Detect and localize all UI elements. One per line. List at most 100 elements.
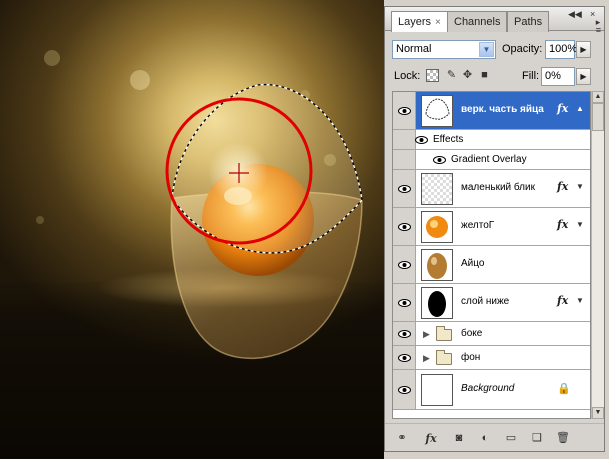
chevron-down-icon[interactable]: ▼ — [479, 42, 494, 57]
blend-mode-value: Normal — [396, 43, 432, 55]
visibility-cell[interactable] — [393, 208, 416, 245]
visibility-cell[interactable] — [393, 322, 416, 345]
visibility-cell[interactable] — [393, 170, 416, 207]
layer-row-lower-layer[interactable]: слой ниже fx ▼ — [393, 284, 590, 322]
eye-icon[interactable] — [398, 354, 411, 362]
group-row-background[interactable]: ▶ фон — [393, 346, 590, 370]
fx-icon[interactable]: fx — [557, 218, 568, 231]
visibility-cell[interactable] — [393, 284, 416, 321]
eye-icon[interactable] — [398, 185, 411, 193]
group-name[interactable]: фон — [461, 352, 480, 363]
layer-row-small-highlight[interactable]: маленький блик fx ▼ — [393, 170, 590, 208]
visibility-cell[interactable] — [393, 246, 416, 283]
gradient-overlay-row[interactable]: Gradient Overlay — [393, 150, 590, 170]
layers-panel: Layers × Channels Paths ◀◀ × ▸ ≡ Normal ▼ … — [384, 6, 605, 452]
panel-menu-icon[interactable]: ▸ ≡ — [596, 18, 601, 35]
expand-group-icon[interactable]: ▶ — [423, 329, 430, 340]
lock-brush-icon[interactable]: ✎ — [445, 69, 458, 82]
bokeh-dot — [44, 50, 60, 66]
layer-name[interactable]: Айцо — [461, 258, 484, 269]
eye-icon[interactable] — [415, 136, 428, 144]
visibility-cell[interactable] — [393, 346, 416, 369]
layer-name[interactable]: слой ниже — [461, 296, 509, 307]
group-row-bokeh[interactable]: ▶ боке — [393, 322, 590, 346]
fill-input[interactable]: 0% — [541, 67, 575, 86]
add-style-icon[interactable]: fx — [423, 432, 439, 445]
tab-label: Paths — [514, 16, 543, 28]
tab-layers[interactable]: Layers × — [391, 11, 448, 32]
opacity-input[interactable]: 100% — [545, 40, 578, 59]
fx-icon[interactable]: fx — [557, 294, 568, 307]
scroll-up-icon[interactable]: ▲ — [592, 91, 604, 103]
effects-row[interactable]: Effects — [393, 130, 590, 150]
fx-icon[interactable]: fx — [557, 180, 568, 193]
close-tab-icon[interactable]: × — [435, 17, 441, 28]
eye-icon[interactable] — [398, 299, 411, 307]
layer-row-background[interactable]: Background 🔒 — [393, 370, 590, 410]
layer-name[interactable]: желтоГ — [461, 220, 494, 231]
close-panel-icon[interactable]: × — [590, 9, 595, 19]
eye-icon[interactable] — [398, 223, 411, 231]
tab-channels[interactable]: Channels — [447, 11, 508, 32]
layer-name[interactable]: маленький блик — [461, 182, 535, 193]
gradient-overlay-label: Gradient Overlay — [451, 154, 527, 165]
layer-row-upper-shell[interactable]: верк. часть яйца fx ▲ — [393, 92, 590, 130]
eye-icon[interactable] — [398, 261, 411, 269]
adjustment-layer-icon[interactable]: ◐ — [477, 432, 493, 445]
expand-effects-icon[interactable]: ▼ — [576, 220, 584, 229]
lock-all-icon[interactable]: ■ — [478, 69, 491, 82]
layers-list: верк. часть яйца fx ▲ Effects Gradient O… — [392, 91, 591, 419]
canvas-artwork — [36, 50, 363, 360]
layers-scrollbar[interactable]: ▲ ▼ — [591, 91, 604, 419]
document-canvas[interactable] — [0, 0, 384, 459]
link-layers-icon[interactable]: ⚭ — [394, 432, 410, 445]
new-group-icon[interactable]: ▭ — [503, 432, 519, 445]
scroll-thumb[interactable] — [592, 103, 604, 131]
add-mask-icon[interactable]: ◙ — [451, 432, 467, 445]
delete-layer-icon[interactable]: 🗑 — [555, 432, 571, 445]
blend-mode-select[interactable]: Normal ▼ — [392, 40, 496, 59]
fill-slider-arrow-icon[interactable]: ▶ — [576, 68, 591, 85]
tab-label: Channels — [454, 16, 501, 28]
visibility-cell[interactable] — [393, 92, 416, 129]
layer-name[interactable]: Background — [461, 383, 514, 394]
expand-effects-icon[interactable]: ▲ — [576, 104, 584, 113]
effects-label: Effects — [433, 134, 464, 145]
visibility-cell — [393, 130, 416, 149]
bokeh-dot — [130, 70, 150, 90]
eye-icon[interactable] — [398, 386, 411, 394]
opacity-slider-arrow-icon[interactable]: ▶ — [576, 41, 591, 58]
opacity-value: 100% — [549, 43, 578, 55]
lock-transparent-icon[interactable] — [426, 69, 439, 82]
layer-row-egg[interactable]: Айцо — [393, 246, 590, 284]
layer-name[interactable]: верк. часть яйца — [461, 104, 544, 115]
bokeh-dot — [36, 216, 44, 224]
group-name[interactable]: боке — [461, 328, 482, 339]
eye-icon[interactable] — [398, 330, 411, 338]
visibility-cell — [393, 150, 416, 169]
folder-icon — [436, 326, 452, 341]
expand-effects-icon[interactable]: ▼ — [576, 296, 584, 305]
visibility-cell[interactable] — [393, 370, 416, 409]
collapse-panel-icon[interactable]: ◀◀ — [568, 9, 582, 20]
new-layer-icon[interactable]: ❑ — [529, 432, 545, 445]
layer-thumbnail — [421, 374, 453, 406]
eye-icon[interactable] — [433, 156, 446, 164]
tab-paths[interactable]: Paths — [507, 11, 550, 32]
layer-thumbnail — [421, 95, 453, 127]
eye-icon[interactable] — [398, 107, 411, 115]
expand-group-icon[interactable]: ▶ — [423, 353, 430, 364]
folder-icon — [436, 350, 452, 365]
tab-label: Layers — [398, 16, 432, 28]
opacity-label: Opacity: — [502, 43, 543, 55]
panel-tabbar: Layers × Channels Paths ◀◀ × ▸ ≡ — [385, 7, 604, 35]
expand-effects-icon[interactable]: ▼ — [576, 182, 584, 191]
lock-label: Lock: — [394, 70, 421, 82]
layer-thumbnail — [421, 287, 453, 319]
layer-thumbnail — [421, 249, 453, 281]
lock-move-icon[interactable]: ✥ — [461, 69, 474, 82]
fx-icon[interactable]: fx — [557, 102, 568, 115]
scroll-down-icon[interactable]: ▼ — [592, 407, 604, 419]
fill-value: 0% — [545, 70, 561, 82]
layer-row-yolk[interactable]: желтоГ fx ▼ — [393, 208, 590, 246]
